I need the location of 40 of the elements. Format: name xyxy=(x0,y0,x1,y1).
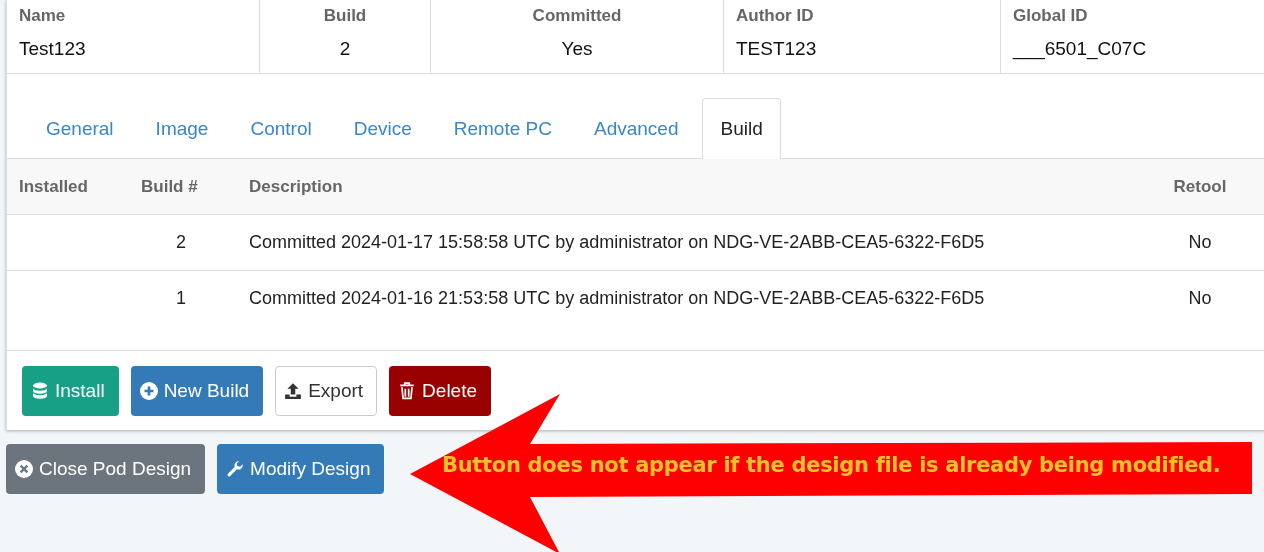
table-cell-text: 2 xyxy=(175,232,187,253)
column-header: Build xyxy=(323,6,367,26)
field-value: Yes xyxy=(561,38,593,60)
column-header: Installed xyxy=(18,176,89,197)
column-header: Retool xyxy=(1172,176,1228,197)
tab[interactable]: Image xyxy=(137,98,227,158)
database-icon xyxy=(31,382,49,400)
column-header: Author ID xyxy=(736,6,814,26)
delete-button[interactable]: Delete xyxy=(389,366,492,416)
wrench-icon xyxy=(226,460,245,478)
tab[interactable]: Remote PC xyxy=(435,98,570,158)
trash-icon xyxy=(398,382,417,400)
action-button[interactable]: New Build xyxy=(130,366,264,416)
column-header: Committed xyxy=(532,6,622,26)
column-header: Global ID xyxy=(1013,6,1088,26)
field-value: TEST123 xyxy=(736,38,817,60)
column-header: Description xyxy=(248,176,344,197)
field-value: Test123 xyxy=(19,38,86,60)
field-value: ___6501_C07C xyxy=(1013,38,1147,60)
tab[interactable]: General xyxy=(28,98,132,158)
table-cell-text: No xyxy=(1187,288,1213,309)
action-button[interactable]: Export xyxy=(275,366,378,416)
action-button[interactable]: Modify Design xyxy=(217,444,385,494)
table-cell-text: Committed 2024-01-16 21:53:58 UTC by administrator on NDG-VE-2ABB-CEA5-6322-F6D5 xyxy=(248,288,986,309)
callout-text: Button does not appear if the design file is already being modified. xyxy=(442,453,1221,477)
close-icon xyxy=(15,460,33,478)
tab[interactable]: Control xyxy=(232,98,330,158)
action-button[interactable]: Close Pod Design xyxy=(6,444,206,494)
table-cell-text: Committed 2024-01-17 15:58:58 UTC by administrator on NDG-VE-2ABB-CEA5-6322-F6D5 xyxy=(248,232,986,253)
table-cell-text: No xyxy=(1187,232,1213,253)
plus-circle-icon xyxy=(139,382,158,400)
tab[interactable]: Device xyxy=(335,98,430,158)
table-cell-text: 1 xyxy=(175,288,187,309)
action-button[interactable]: Install xyxy=(22,366,119,416)
tab[interactable]: Build xyxy=(702,98,781,159)
column-header: Name xyxy=(19,6,66,26)
column-header: Build # xyxy=(140,176,199,197)
upload-icon xyxy=(284,382,303,400)
field-value: 2 xyxy=(339,38,351,60)
tab[interactable]: Advanced xyxy=(575,98,697,158)
